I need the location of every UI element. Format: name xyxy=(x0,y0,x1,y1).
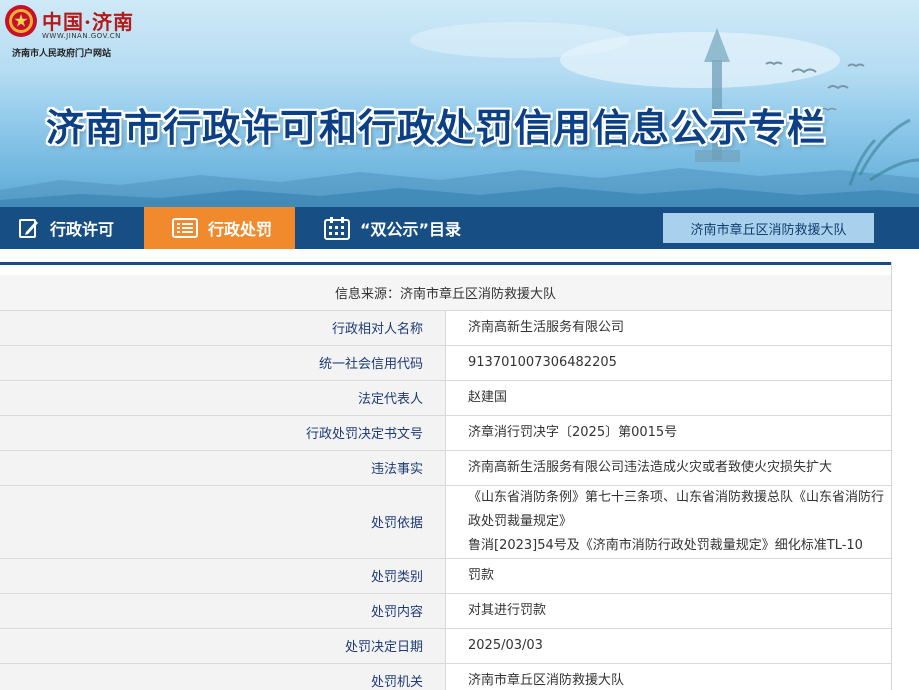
info-source: 信息来源：济南市章丘区消防救援大队 xyxy=(0,275,891,310)
row-value-line: 鲁消[2023]54号及《济南市消防行政处罚裁量规定》细化标准TL-10 xyxy=(468,537,863,553)
record-table: 信息来源：济南市章丘区消防救援大队 行政相对人名称 济南高新生活服务有限公司 统… xyxy=(0,275,891,690)
table-row: 处罚机关 济南市章丘区消防救援大队 xyxy=(0,662,891,690)
logo-url: WWW.JINAN.GOV.CN xyxy=(42,32,121,40)
table-row: 行政相对人名称 济南高新生活服务有限公司 xyxy=(0,309,891,345)
row-value: 对其进行罚款 xyxy=(445,592,891,628)
nav-item-label: 行政处罚 xyxy=(208,220,273,239)
site-logo[interactable]: 中国·济南 WWW.JINAN.GOV.CN 济南市人民政府门户网站 xyxy=(4,4,154,59)
table-row: 统一社会信用代码 913701007306482205 xyxy=(0,344,891,380)
table-row: 处罚内容 对其进行罚款 xyxy=(0,592,891,628)
table-row: 违法事实 济南高新生活服务有限公司违法造成火灾或者致使火灾损失扩大 xyxy=(0,449,891,485)
row-label: 处罚类别 xyxy=(0,557,446,593)
row-label: 处罚依据 xyxy=(0,484,446,558)
list-icon xyxy=(172,217,198,239)
department-button[interactable]: 济南市章丘区消防救援大队 xyxy=(663,213,874,243)
page-title: 济南市行政许可和行政处罚信用信息公示专栏 xyxy=(46,106,827,150)
row-value: 赵建国 xyxy=(445,379,891,415)
row-value: 济章消行罚决字〔2025〕第0015号 xyxy=(445,414,891,450)
table-row: 信息来源：济南市章丘区消防救援大队 xyxy=(0,275,891,310)
nav-item-penalty[interactable]: 行政处罚 xyxy=(144,207,295,249)
row-value: 济南高新生活服务有限公司违法造成火灾或者致使火灾损失扩大 xyxy=(445,449,891,485)
nav-item-label: 行政许可 xyxy=(50,220,115,239)
row-value: 济南高新生活服务有限公司 xyxy=(445,309,891,345)
record-panel: 信息来源：济南市章丘区消防救援大队 行政相对人名称 济南高新生活服务有限公司 统… xyxy=(0,249,919,690)
edit-icon xyxy=(18,217,40,239)
banner: 中国·济南 WWW.JINAN.GOV.CN 济南市人民政府门户网站 济南市行政… xyxy=(0,0,919,207)
row-value: 罚款 xyxy=(445,557,891,593)
calendar-icon xyxy=(324,216,350,240)
row-label: 处罚内容 xyxy=(0,592,446,628)
row-value: 2025/03/03 xyxy=(445,627,891,663)
row-value: 913701007306482205 xyxy=(445,344,891,380)
nav-item-catalog[interactable]: “双公示”目录 xyxy=(324,207,494,249)
national-emblem-icon xyxy=(5,5,37,37)
nav-item-label: “双公示”目录 xyxy=(360,220,462,239)
row-label: 行政处罚决定书文号 xyxy=(0,414,446,450)
row-label: 行政相对人名称 xyxy=(0,309,446,345)
row-label: 法定代表人 xyxy=(0,379,446,415)
table-row: 处罚依据 《山东省消防条例》第七十三条项、山东省消防救援总队《山东省消防行政处罚… xyxy=(0,484,891,558)
row-label: 统一社会信用代码 xyxy=(0,344,446,380)
table-row: 处罚类别 罚款 xyxy=(0,557,891,593)
table-row: 处罚决定日期 2025/03/03 xyxy=(0,627,891,663)
logo-title: 中国·济南 xyxy=(42,10,134,34)
row-label: 违法事实 xyxy=(0,449,446,485)
logo-subtitle: 济南市人民政府门户网站 xyxy=(12,49,112,59)
divider xyxy=(891,262,892,690)
row-label: 处罚机关 xyxy=(0,662,446,690)
table-row: 行政处罚决定书文号 济章消行罚决字〔2025〕第0015号 xyxy=(0,414,891,450)
row-value-line: 《山东省消防条例》第七十三条项、山东省消防救援总队《山东省消防行政处罚裁量规定》 xyxy=(468,489,885,529)
table-row: 法定代表人 赵建国 xyxy=(0,379,891,415)
row-value: 《山东省消防条例》第七十三条项、山东省消防救援总队《山东省消防行政处罚裁量规定》… xyxy=(445,484,891,558)
row-value: 济南市章丘区消防救援大队 xyxy=(445,662,891,690)
divider xyxy=(0,262,891,265)
nav-item-permit[interactable]: 行政许可 xyxy=(18,207,142,249)
row-label: 处罚决定日期 xyxy=(0,627,446,663)
